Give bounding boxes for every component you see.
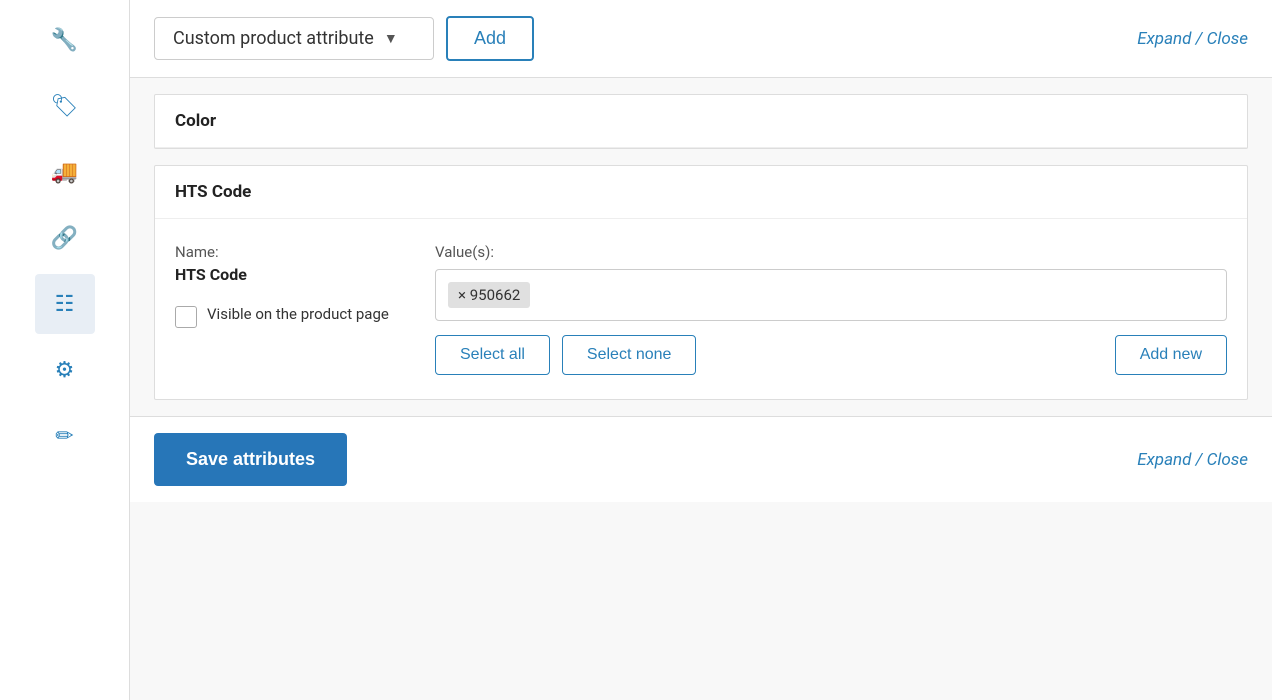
hts-section-header: HTS Code: [155, 166, 1247, 219]
sidebar-item-truck[interactable]: 🚚: [35, 142, 95, 202]
attribute-dropdown[interactable]: Custom product attribute ▼: [154, 17, 434, 60]
value-tag: × 950662: [448, 282, 530, 308]
value-tag-text: × 950662: [458, 286, 520, 304]
name-label: Name:: [175, 243, 395, 261]
sidebar-item-list[interactable]: ☷: [35, 274, 95, 334]
color-section-header: Color: [155, 95, 1247, 148]
sidebar-item-gear[interactable]: ⚙: [35, 340, 95, 400]
hts-section-right: Value(s): × 950662 Select all Select non…: [435, 243, 1227, 375]
sidebar-item-palette[interactable]: ✏: [35, 406, 95, 466]
sidebar: 🔧 🏷 🚚 🔗 ☷ ⚙ ✏: [0, 0, 130, 700]
save-attributes-button[interactable]: Save attributes: [154, 433, 347, 486]
color-section: Color: [154, 94, 1248, 149]
list-icon: ☷: [55, 292, 75, 317]
add-button[interactable]: Add: [446, 16, 534, 61]
expand-close-link[interactable]: Expand / Close: [1137, 29, 1248, 49]
dropdown-label: Custom product attribute: [173, 28, 374, 49]
main-content: Custom product attribute ▼ Add Expand / …: [130, 0, 1272, 700]
hts-section-left: Name: HTS Code Visible on the product pa…: [175, 243, 395, 328]
add-new-button[interactable]: Add new: [1115, 335, 1227, 375]
link-icon: 🔗: [51, 226, 78, 251]
sidebar-item-link[interactable]: 🔗: [35, 208, 95, 268]
hts-section-body: Name: HTS Code Visible on the product pa…: [155, 219, 1247, 399]
chevron-down-icon: ▼: [384, 30, 398, 47]
sidebar-item-tag[interactable]: 🏷: [35, 76, 95, 136]
top-bar: Custom product attribute ▼ Add Expand / …: [130, 0, 1272, 78]
values-label: Value(s):: [435, 243, 1227, 261]
tag-icon: 🏷: [51, 94, 79, 119]
sidebar-item-wrench[interactable]: 🔧: [35, 10, 95, 70]
truck-icon: 🚚: [51, 160, 78, 185]
bottom-bar: Save attributes Expand / Close: [130, 416, 1272, 502]
hts-section: HTS Code Name: HTS Code Visible on the p…: [154, 165, 1248, 400]
top-bar-left: Custom product attribute ▼ Add: [154, 16, 534, 61]
visible-checkbox-row: Visible on the product page: [175, 304, 395, 328]
select-none-button[interactable]: Select none: [562, 335, 697, 375]
actions-row: Select all Select none Add new: [435, 335, 1227, 375]
values-input-box[interactable]: × 950662: [435, 269, 1227, 321]
palette-icon: ✏: [55, 424, 73, 449]
gear-icon: ⚙: [55, 358, 75, 383]
visible-label: Visible on the product page: [207, 304, 389, 325]
select-all-button[interactable]: Select all: [435, 335, 550, 375]
wrench-icon: 🔧: [51, 28, 78, 53]
name-value: HTS Code: [175, 265, 395, 284]
bottom-expand-close-link[interactable]: Expand / Close: [1137, 450, 1248, 470]
visible-checkbox[interactable]: [175, 306, 197, 328]
